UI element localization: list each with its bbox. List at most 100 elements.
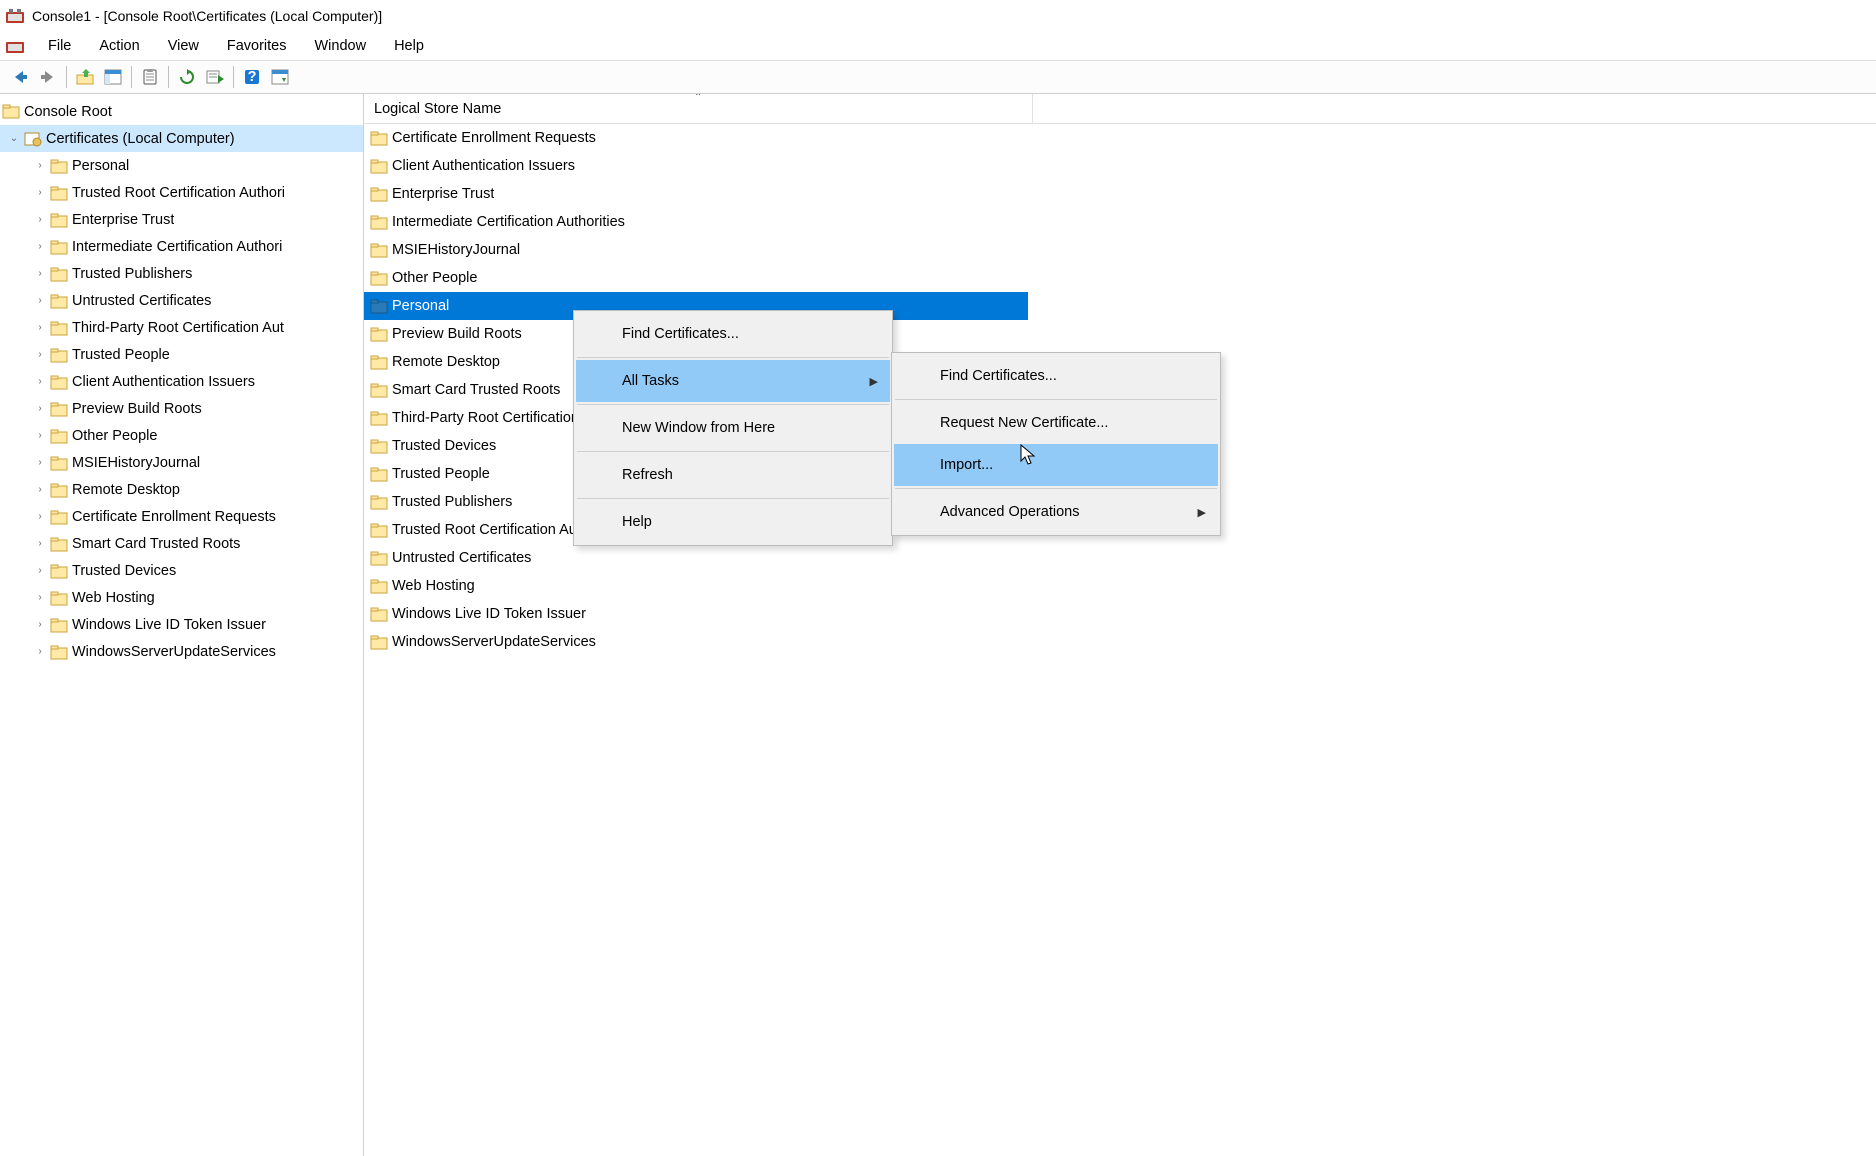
tree-item-label: Trusted Root Certification Authori <box>72 185 285 201</box>
toolbar-separator <box>168 66 169 88</box>
ctx-help[interactable]: Help <box>576 501 890 543</box>
tree-item[interactable]: ›Smart Card Trusted Roots <box>0 530 363 557</box>
tree-item[interactable]: ›Certificate Enrollment Requests <box>0 503 363 530</box>
list-row[interactable]: Client Authentication Issuers <box>364 152 1028 180</box>
list-row-label: Intermediate Certification Authorities <box>392 214 625 230</box>
submenu-arrow-icon: ▶ <box>1198 506 1206 519</box>
menu-view[interactable]: View <box>154 34 213 58</box>
menu-favorites[interactable]: Favorites <box>213 34 301 58</box>
expander-icon[interactable]: › <box>32 268 48 279</box>
tree-item[interactable]: › Client Authentication Issuers <box>0 368 363 395</box>
expander-icon[interactable]: › <box>32 295 48 306</box>
nav-forward-button[interactable] <box>35 64 61 90</box>
content-area: Console Root ⌄ Certificates (Local Compu… <box>0 94 1876 1156</box>
ctx-new-window[interactable]: New Window from Here <box>576 407 890 449</box>
expander-icon[interactable]: › <box>32 538 48 549</box>
ctx-sub-import[interactable]: Import... <box>894 444 1218 486</box>
list-pane[interactable]: Logical Store Name ⌃ Certificate Enrollm… <box>364 94 1876 1156</box>
tree-root[interactable]: Console Root <box>0 98 363 125</box>
expander-icon[interactable]: › <box>32 322 48 333</box>
tree-item[interactable]: ›WindowsServerUpdateServices <box>0 638 363 665</box>
expander-icon[interactable]: › <box>32 376 48 387</box>
expander-icon[interactable]: › <box>32 619 48 630</box>
tree-item[interactable]: › Trusted Publishers <box>0 260 363 287</box>
tree-item[interactable]: ›Windows Live ID Token Issuer <box>0 611 363 638</box>
folder-icon <box>50 428 68 444</box>
tree-pane[interactable]: Console Root ⌄ Certificates (Local Compu… <box>0 94 364 1156</box>
folder-icon <box>370 214 388 230</box>
up-level-button[interactable] <box>72 64 98 90</box>
tree-item-label: Intermediate Certification Authori <box>72 239 282 255</box>
expander-icon[interactable]: › <box>32 160 48 171</box>
expander-icon[interactable]: › <box>32 403 48 414</box>
show-hide-tree-button[interactable] <box>100 64 126 90</box>
refresh-button[interactable] <box>174 64 200 90</box>
tree-item[interactable]: ›Untrusted Certificates <box>0 287 363 314</box>
nav-back-button[interactable] <box>7 64 33 90</box>
tree-item[interactable]: ›Personal <box>0 152 363 179</box>
expander-icon[interactable]: › <box>32 592 48 603</box>
folder-icon <box>370 466 388 482</box>
list-row[interactable]: Other People <box>364 264 1028 292</box>
expander-icon[interactable]: › <box>32 187 48 198</box>
list-row[interactable]: Certificate Enrollment Requests <box>364 124 1028 152</box>
mmc-doc-icon <box>6 39 24 53</box>
list-row[interactable]: MSIEHistoryJournal <box>364 236 1028 264</box>
list-row-label: Certificate Enrollment Requests <box>392 130 596 146</box>
expander-icon[interactable]: › <box>32 430 48 441</box>
tree-item-label: Client Authentication Issuers <box>72 374 255 390</box>
list-row[interactable]: WindowsServerUpdateServices <box>364 628 1028 656</box>
menu-help[interactable]: Help <box>380 34 438 58</box>
folder-icon <box>370 634 388 650</box>
ctx-all-tasks[interactable]: All Tasks▶ <box>576 360 890 402</box>
tree-item[interactable]: › Trusted Root Certification Authori <box>0 179 363 206</box>
expander-icon[interactable]: › <box>32 241 48 252</box>
folder-icon <box>50 536 68 552</box>
ctx-sub-advanced-ops[interactable]: Advanced Operations▶ <box>894 491 1218 533</box>
list-row[interactable]: Windows Live ID Token Issuer <box>364 600 1028 628</box>
tree-item-label: MSIEHistoryJournal <box>72 455 200 471</box>
expander-icon[interactable]: › <box>32 484 48 495</box>
titlebar: Console1 - [Console Root\Certificates (L… <box>0 0 1876 32</box>
svg-text:?: ? <box>248 69 257 85</box>
folder-icon <box>50 293 68 309</box>
tree-item[interactable]: › Web Hosting <box>0 584 363 611</box>
tree-item[interactable]: ›Other People <box>0 422 363 449</box>
list-row[interactable]: Intermediate Certification Authorities <box>364 208 1028 236</box>
expander-icon[interactable]: › <box>32 349 48 360</box>
expander-icon[interactable]: › <box>32 565 48 576</box>
expander-icon[interactable]: › <box>32 511 48 522</box>
tree-item[interactable]: ›Trusted People <box>0 341 363 368</box>
tree-item[interactable]: ›Enterprise Trust <box>0 206 363 233</box>
ctx-find-certificates[interactable]: Find Certificates... <box>576 313 890 355</box>
new-window-button[interactable] <box>267 64 293 90</box>
folder-icon <box>370 158 388 174</box>
expander-icon[interactable]: › <box>32 214 48 225</box>
list-row[interactable]: Enterprise Trust <box>364 180 1028 208</box>
help-button[interactable]: ? <box>239 64 265 90</box>
tree-certificates-node[interactable]: ⌄ Certificates (Local Computer) <box>0 125 363 152</box>
tree-item[interactable]: ›Trusted Devices <box>0 557 363 584</box>
tree-item[interactable]: ›Third-Party Root Certification Aut <box>0 314 363 341</box>
tree-item[interactable]: › MSIEHistoryJournal <box>0 449 363 476</box>
tree-item-label: Trusted Publishers <box>72 266 192 282</box>
menu-window[interactable]: Window <box>301 34 381 58</box>
expander-icon[interactable]: › <box>32 457 48 468</box>
list-row[interactable]: Untrusted Certificates <box>364 544 1028 572</box>
toolbar: ? <box>0 60 1876 94</box>
menu-file[interactable]: File <box>34 34 85 58</box>
expander-icon[interactable]: › <box>32 646 48 657</box>
tree-item[interactable]: › Intermediate Certification Authori <box>0 233 363 260</box>
export-list-button[interactable] <box>202 64 228 90</box>
expander-icon[interactable]: ⌄ <box>6 133 22 144</box>
list-row[interactable]: Web Hosting <box>364 572 1028 600</box>
tree-item[interactable]: ›Remote Desktop <box>0 476 363 503</box>
ctx-sub-find-certificates[interactable]: Find Certificates... <box>894 355 1218 397</box>
column-separator[interactable] <box>1032 94 1033 123</box>
ctx-refresh[interactable]: Refresh <box>576 454 890 496</box>
tree-item-label: Web Hosting <box>72 590 155 606</box>
clipboard-button[interactable] <box>137 64 163 90</box>
tree-item[interactable]: ›Preview Build Roots <box>0 395 363 422</box>
menu-action[interactable]: Action <box>85 34 153 58</box>
ctx-sub-request-new-cert[interactable]: Request New Certificate... <box>894 402 1218 444</box>
